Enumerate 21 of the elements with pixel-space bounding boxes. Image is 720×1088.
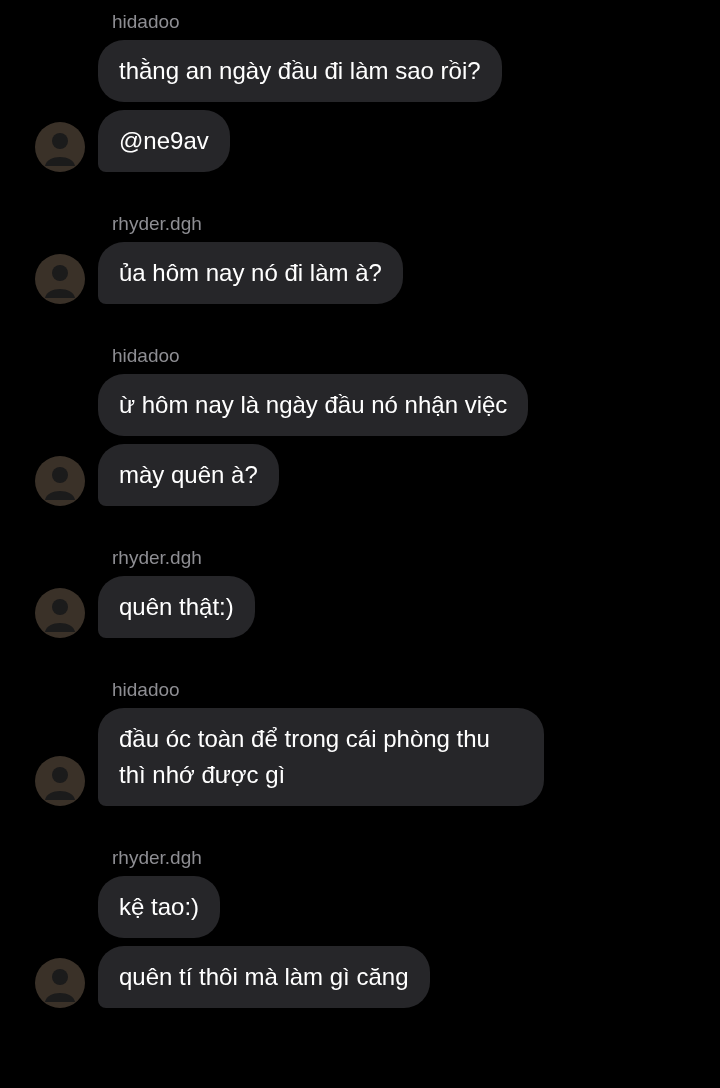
sender-name: hidadoo: [112, 344, 181, 368]
avatar[interactable]: [35, 958, 85, 1008]
avatar[interactable]: [35, 122, 85, 172]
avatar[interactable]: [35, 756, 85, 806]
message-bubble: đầu óc toàn để trong cái phòng thu thì nhớ được gì: [98, 708, 544, 806]
avatar[interactable]: [35, 254, 85, 304]
sender-name: rhyder.dgh: [112, 546, 203, 570]
avatar[interactable]: [35, 588, 85, 638]
message-bubble: mày quên à?: [98, 444, 279, 506]
message-bubble: thằng an ngày đầu đi làm sao rồi?: [98, 40, 502, 102]
sender-name: rhyder.dgh: [112, 212, 203, 236]
sender-name: hidadoo: [112, 678, 181, 702]
message-bubble: kệ tao:): [98, 876, 221, 938]
message-bubble: quên tí thôi mà làm gì căng: [98, 946, 430, 1008]
message-bubble: ủa hôm nay nó đi làm à?: [98, 242, 403, 304]
sender-name: rhyder.dgh: [112, 846, 203, 870]
sender-name: hidadoo: [112, 10, 181, 34]
message-bubble: ừ hôm nay là ngày đầu nó nhận việc: [98, 374, 529, 436]
message-bubble: @ne9av: [98, 110, 230, 172]
avatar[interactable]: [35, 456, 85, 506]
message-bubble: quên thật:): [98, 576, 255, 638]
